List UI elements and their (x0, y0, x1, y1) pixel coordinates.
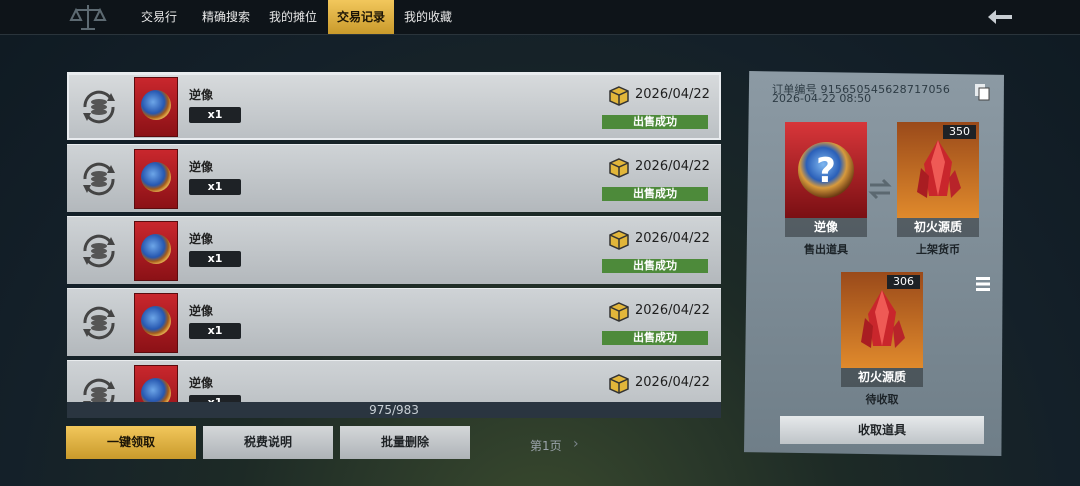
record-count: 975/983 (67, 402, 721, 418)
back-arrow-icon[interactable] (986, 8, 1014, 26)
coin-cycle-icon (83, 306, 115, 340)
tab-trade-records[interactable]: 交易记录 (328, 0, 394, 34)
status-badge: 出售成功 (602, 187, 708, 201)
claim-all-button[interactable]: 一键领取 (66, 426, 196, 459)
pending-label: 待收取 (865, 393, 899, 406)
tab-my-stall[interactable]: 我的摊位 (261, 0, 325, 34)
trade-record-row[interactable]: 逆像 x1 2026/04/22 出售成功 (67, 216, 721, 284)
item-quantity: x1 (189, 179, 241, 195)
item-thumbnail (134, 77, 178, 137)
item-name: 逆像 (189, 304, 214, 318)
record-date: 2026/04/22 (635, 303, 710, 318)
box-icon (609, 86, 629, 106)
chevron-right-icon[interactable]: › (573, 436, 579, 452)
menu-icon[interactable] (976, 276, 990, 292)
status-badge: 出售成功 (602, 115, 708, 129)
listed-currency-count: 350 (943, 125, 976, 139)
record-date: 2026/04/22 (635, 231, 710, 246)
status-badge: 出售成功 (602, 331, 708, 345)
trade-record-list[interactable]: 逆像 x1 2026/04/22 出售成功 逆像 x1 2026/04/22 出… (67, 72, 721, 402)
trade-record-row[interactable]: 逆像 x1 2026/04/22 出售成功 (67, 144, 721, 212)
item-thumbnail (134, 365, 178, 402)
sold-item-art: ? (785, 122, 867, 218)
item-quantity: x1 (189, 251, 241, 267)
item-quantity: x1 (189, 107, 241, 123)
item-quantity: x1 (189, 323, 241, 339)
order-time: 2026-04-22 08:50 (772, 92, 872, 105)
tab-my-favorites[interactable]: 我的收藏 (396, 0, 460, 34)
logo-icon (69, 5, 107, 30)
item-name: 逆像 (189, 376, 214, 390)
copy-icon[interactable] (974, 83, 990, 101)
box-icon (609, 374, 629, 394)
coin-cycle-icon (83, 90, 115, 124)
top-nav-bar: 交易行 精确搜索 我的摊位 交易记录 我的收藏 (0, 0, 1080, 35)
sold-item-name: 逆像 (785, 218, 867, 237)
trade-record-row[interactable]: 逆像 x1 2026/04/22 出售成功 (67, 360, 721, 402)
tax-info-button[interactable]: 税费说明 (203, 426, 333, 459)
box-icon (609, 230, 629, 250)
pending-currency-card[interactable]: 306 初火源质 (841, 272, 923, 387)
box-icon (609, 158, 629, 178)
record-date: 2026/04/22 (635, 375, 710, 390)
tab-precise-search[interactable]: 精确搜索 (193, 0, 259, 34)
sold-item-card[interactable]: ? 逆像 (785, 122, 867, 237)
batch-delete-button[interactable]: 批量删除 (340, 426, 470, 459)
page-indicator: 第1页 (530, 439, 562, 453)
trade-record-row[interactable]: 逆像 x1 2026/04/22 出售成功 (67, 72, 721, 140)
tab-exchange[interactable]: 交易行 (128, 0, 190, 34)
listed-currency-label: 上架货币 (916, 243, 960, 256)
box-icon (609, 302, 629, 322)
svg-text:?: ? (816, 151, 836, 191)
pending-currency-name: 初火源质 (841, 368, 923, 387)
coin-cycle-icon (83, 378, 115, 402)
pending-currency-count: 306 (887, 275, 920, 289)
item-name: 逆像 (189, 232, 214, 246)
item-name: 逆像 (189, 88, 214, 102)
trade-record-row[interactable]: 逆像 x1 2026/04/22 出售成功 (67, 288, 721, 356)
order-detail-panel: 订单编号 915650545628717056 2026-04-22 08:50… (744, 71, 1004, 456)
status-badge: 出售成功 (602, 259, 708, 273)
listed-currency-card[interactable]: 350 初火源质 (897, 122, 979, 237)
coin-cycle-icon (83, 234, 115, 268)
record-date: 2026/04/22 (635, 87, 710, 102)
item-thumbnail (134, 221, 178, 281)
collect-item-button[interactable]: 收取道具 (780, 416, 984, 444)
coin-cycle-icon (83, 162, 115, 196)
item-thumbnail (134, 149, 178, 209)
item-thumbnail (134, 293, 178, 353)
record-date: 2026/04/22 (635, 159, 710, 174)
item-name: 逆像 (189, 160, 214, 174)
listed-currency-name: 初火源质 (897, 218, 979, 237)
swap-arrows-icon (868, 178, 892, 200)
item-quantity: x1 (189, 395, 241, 402)
sold-item-label: 售出道具 (804, 243, 848, 256)
